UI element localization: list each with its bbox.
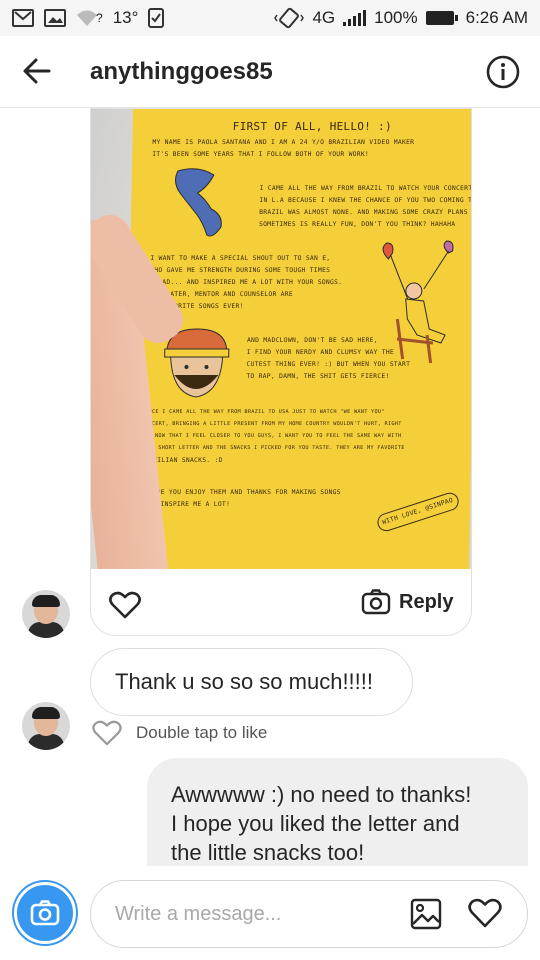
wifi-icon xyxy=(77,10,97,26)
sender-avatar[interactable] xyxy=(22,590,70,638)
letter-line: FIRST OF ALL, HELLO! :) xyxy=(232,120,393,133)
letter-line: MY NAME IS PAOLA SANTANA AND I AM A 24 Y… xyxy=(152,139,415,146)
status-bar: ? 13° 4G 100% 6:26 AM xyxy=(0,0,540,36)
info-circle-icon[interactable] xyxy=(485,54,521,90)
letter-line: THIS SHORT LETTER AND THE SNACKS I PICKE… xyxy=(141,445,405,451)
letter-line: I WANT TO MAKE A SPECIAL SHOUT OUT TO SA… xyxy=(150,255,331,262)
battery-icon xyxy=(425,11,458,25)
letter-line: IN L.A BECAUSE I KNEW THE CHANCE OF YOU … xyxy=(259,197,472,204)
letter-paper: FIRST OF ALL, HELLO! :) MY NAME IS PAOLA… xyxy=(124,109,472,569)
double-tap-hint: Double tap to like xyxy=(136,723,268,742)
camera-button[interactable] xyxy=(14,882,76,944)
letter-line: WHO GAVE ME STRENGTH DURING SOME TOUGH T… xyxy=(150,267,331,274)
camera-icon xyxy=(30,900,60,926)
signal-question-mark: ? xyxy=(96,11,103,25)
letter-line: SOMETIMES IS REALLY FUN, DON'T YOU THINK… xyxy=(258,221,456,228)
incoming-message[interactable]: Thank u so so so much!!!!! xyxy=(90,648,413,716)
heart-outline-icon[interactable] xyxy=(109,591,141,619)
double-tap-like-row[interactable]: Double tap to like xyxy=(92,720,267,746)
avatar-hair xyxy=(32,595,60,607)
letter-line: CUTEST THING EVER! :) BUT WHEN YOU START xyxy=(246,361,411,368)
sender-avatar[interactable] xyxy=(22,702,70,750)
status-left-icons: ? 13° xyxy=(12,8,165,28)
reply-label: Reply xyxy=(399,590,454,613)
letter-line: I HAD... AND INSPIRED ME A LOT WITH YOUR… xyxy=(149,279,343,286)
letter-line: CONCERT, BRINGING A LITTLE PRESENT FROM … xyxy=(141,421,402,427)
letter-line: TO RAP, DAMN, THE SHIT GETS FIERCE! xyxy=(246,373,390,380)
camera-outline-icon xyxy=(361,589,391,615)
letter-line: AND MADCLOWN, DON'T BE SAD HERE, xyxy=(246,337,378,344)
vibrate-icon xyxy=(274,7,305,29)
letter-signature: WITH LOVE, @SINPAO xyxy=(375,490,461,533)
letter-line: I HOPE YOU ENJOY THEM AND THANKS FOR MAK… xyxy=(140,489,341,496)
avatar-hair xyxy=(32,707,60,719)
letter-photo[interactable]: FIRST OF ALL, HELLO! :) MY NAME IS PAOLA… xyxy=(91,109,472,569)
task-check-icon xyxy=(148,8,165,28)
letter-line: I FIND YOUR NERDY AND CLUMSY WAY THE xyxy=(246,349,395,356)
gmail-icon xyxy=(12,9,34,27)
temperature: 13° xyxy=(112,8,139,27)
status-right-icons: 4G 100% 6:26 AM xyxy=(274,7,528,29)
outgoing-message[interactable]: Awwwww :) no need to thanks! I hope you … xyxy=(147,758,528,866)
arrow-left-icon[interactable] xyxy=(22,56,52,86)
chat-header: anythinggoes85 xyxy=(0,36,540,108)
avatar-body xyxy=(28,734,64,750)
image-message-footer: Reply xyxy=(91,569,471,635)
americas-map-drawing xyxy=(175,168,222,237)
message-input[interactable] xyxy=(90,880,528,948)
letter-line: I CAME ALL THE WAY FROM BRAZIL TO WATCH … xyxy=(259,185,472,192)
heart-outline-icon[interactable] xyxy=(92,720,122,746)
letter-line: IT'S BEEN SOME YEARS THAT I FOLLOW BOTH … xyxy=(152,151,370,158)
heart-outline-icon[interactable] xyxy=(468,898,502,928)
letter-line: BRAZIL WAS ALMOST NONE. AND MAKING SOME … xyxy=(259,209,468,216)
signal-bars-icon xyxy=(343,10,367,26)
reply-button[interactable]: Reply xyxy=(361,589,453,615)
clock: 6:26 AM xyxy=(465,8,528,27)
battery-percent: 100% xyxy=(374,8,418,27)
letter-line: SO, NOW THAT I FEEL CLOSER TO YOU GUYS, … xyxy=(141,433,402,439)
letter-line: SINCE I CAME ALL THE WAY FROM BRAZIL TO … xyxy=(141,409,385,415)
image-message[interactable]: FIRST OF ALL, HELLO! :) MY NAME IS PAOLA… xyxy=(90,108,472,636)
network-type: 4G xyxy=(312,8,336,27)
gallery-icon[interactable] xyxy=(410,898,442,930)
image-notification-icon xyxy=(44,9,66,27)
avatar-body xyxy=(28,622,64,638)
conversation-username[interactable]: anythinggoes85 xyxy=(90,58,273,86)
